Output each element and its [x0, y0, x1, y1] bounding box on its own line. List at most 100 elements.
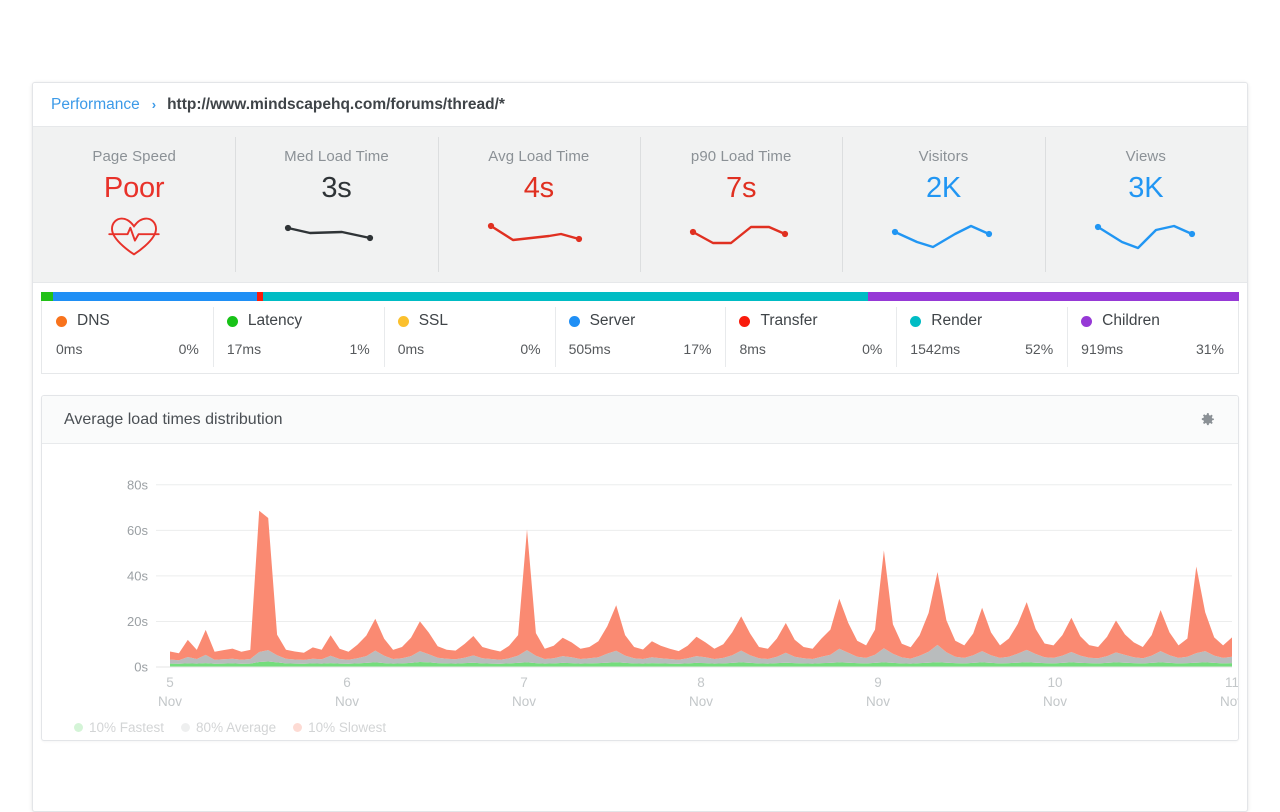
legend-percent: 0%: [862, 341, 883, 357]
chart-plot-area: 0s 20s 40s 60s 80s 5 Nov 6 Nov 7 Nov 8 Nov 9 Nov 10 Nov 1…: [42, 444, 1239, 740]
stack-segment-latency[interactable]: [41, 292, 53, 301]
legend-head: Latency: [226, 312, 370, 330]
metric-value: Poor: [103, 172, 165, 204]
x-axis-month-label: Nov: [512, 694, 536, 709]
x-axis-month-label: Nov: [335, 694, 359, 709]
gear-icon[interactable]: [1194, 407, 1220, 433]
metric-label: Page Speed: [92, 148, 176, 165]
legend-color-dot: [397, 315, 409, 327]
legend-percent: 31%: [1195, 341, 1225, 357]
metric-label: Med Load Time: [284, 148, 389, 165]
y-axis-tick-label: 40s: [127, 568, 148, 583]
metric-label: p90 Load Time: [690, 148, 792, 165]
chart-legend-item[interactable]: 80% Average: [181, 720, 276, 735]
legend-time: 0ms: [397, 341, 425, 357]
metric-card-med-load-time[interactable]: Med Load Time 3s: [235, 127, 437, 282]
metrics-strip: Page Speed Poor Med Load Time 3s Avg Load Ti…: [33, 127, 1247, 283]
timing-stacked-bar: [41, 292, 1239, 301]
metric-label: Views: [1125, 148, 1166, 165]
breadcrumb: Performance › http://www.mindscapehq.com…: [33, 83, 1247, 127]
legend-name: SSL: [418, 312, 449, 329]
stack-segment-render[interactable]: [262, 292, 868, 301]
metric-sparkline: [487, 222, 582, 243]
chart-legend-label: 80% Average: [196, 720, 277, 735]
legend-time: 0ms: [56, 341, 83, 357]
x-axis-month-label: Nov: [1043, 694, 1067, 709]
breadcrumb-root-link[interactable]: Performance: [51, 96, 140, 114]
heartbeat-icon: [108, 217, 160, 256]
legend-percent: 0%: [178, 341, 199, 357]
load-times-area-chart: 0s 20s 40s 60s 80s 5 Nov 6 Nov 7 Nov 8 Nov 9 Nov 10 Nov 1…: [127, 477, 1239, 709]
timing-legend-cell-dns[interactable]: DNS 0ms 0%: [42, 301, 213, 373]
chart-title: Average load times distribution: [64, 410, 283, 428]
timing-legend-cell-render[interactable]: Render 1542ms 52%: [896, 301, 1067, 373]
legend-name: DNS: [77, 312, 110, 329]
metric-card-p90-load-time[interactable]: p90 Load Time 7s: [639, 127, 842, 282]
metric-sparkline: [285, 224, 374, 242]
legend-head: Server: [568, 312, 712, 330]
x-axis-day-label: 5: [166, 675, 174, 690]
timing-legend-cell-server[interactable]: Server 505ms 17%: [554, 301, 726, 373]
legend-name: Latency: [247, 312, 303, 329]
chart-legend-dot: [181, 723, 191, 732]
metric-value: 4s: [523, 172, 554, 204]
stack-segment-server[interactable]: [52, 292, 257, 301]
metric-value: 3K: [1128, 172, 1164, 204]
legend-time: 8ms: [739, 341, 766, 357]
timing-legend-cell-children[interactable]: Children 919ms 31%: [1067, 301, 1238, 373]
x-axis-month-label: Nov: [158, 694, 182, 709]
area-series-10-slowest: [170, 510, 1232, 661]
x-axis-day-label: 6: [343, 675, 351, 690]
legend-head: Render: [910, 312, 1053, 330]
chart-legend-item[interactable]: 10% Slowest: [293, 720, 386, 735]
legend-values: 505ms 17%: [569, 341, 712, 357]
x-axis-day-label: 8: [697, 675, 705, 690]
metric-card-views[interactable]: Views 3K: [1044, 127, 1247, 282]
metric-value: 7s: [726, 172, 757, 204]
chart-legend-dot: [74, 723, 83, 732]
timing-legend-cell-ssl[interactable]: SSL 0ms 0%: [383, 301, 555, 373]
timing-legend-cell-transfer[interactable]: Transfer 8ms 0%: [725, 301, 896, 373]
legend-color-dot: [1081, 315, 1093, 327]
metric-sparkline: [690, 225, 789, 245]
dashboard-page: Performance › http://www.mindscapehq.com…: [32, 82, 1248, 812]
legend-head: SSL: [397, 312, 541, 330]
legend-values: 17ms 1%: [227, 341, 370, 357]
legend-color-dot: [56, 315, 67, 327]
legend-values: 0ms 0%: [398, 341, 541, 357]
load-times-chart-card: Average load times distribution 0s 20s 40s…: [41, 395, 1239, 741]
metric-sparkline: [892, 224, 993, 249]
metric-value: 3s: [321, 172, 352, 204]
metric-card-page-speed[interactable]: Page Speed Poor: [33, 127, 235, 282]
legend-color-dot: [910, 315, 922, 327]
stack-segment-children[interactable]: [867, 292, 1239, 301]
legend-percent: 1%: [349, 341, 370, 357]
legend-time: 919ms: [1081, 341, 1124, 357]
y-axis-tick-label: 60s: [127, 523, 148, 538]
chart-legend-item[interactable]: 10% Fastest: [74, 720, 164, 735]
legend-time: 505ms: [568, 341, 611, 357]
y-axis-tick-label: 80s: [127, 477, 148, 492]
legend-name: Transfer: [760, 312, 818, 329]
x-axis-day-label: 11: [1225, 675, 1239, 690]
legend-name: Server: [589, 312, 636, 329]
timing-legend-cell-latency[interactable]: Latency 17ms 1%: [212, 301, 384, 373]
legend-values: 1542ms 52%: [910, 341, 1053, 357]
legend-percent: 52%: [1025, 341, 1054, 357]
metric-sparkline: [1094, 223, 1195, 250]
legend-values: 0ms 0%: [56, 341, 199, 357]
chart-legend-label: 10% Slowest: [308, 720, 387, 735]
legend-name: Render: [931, 312, 983, 329]
timing-breakdown: DNS 0ms 0% Latency 17ms 1% SSL 0ms 0% Server 505ms…: [41, 283, 1239, 374]
legend-head: Transfer: [739, 312, 882, 330]
y-axis-tick-label: 0s: [134, 660, 148, 675]
x-axis-month-label: Nov: [866, 694, 890, 709]
metric-card-avg-load-time[interactable]: Avg Load Time 4s: [437, 127, 640, 282]
metric-card-visitors[interactable]: Visitors 2K: [842, 127, 1044, 282]
metric-label: Avg Load Time: [488, 148, 590, 165]
legend-color-dot: [226, 315, 238, 327]
timing-legend-row: DNS 0ms 0% Latency 17ms 1% SSL 0ms 0% Server 505ms…: [41, 301, 1239, 374]
legend-percent: 0%: [520, 341, 541, 357]
legend-time: 17ms: [226, 341, 262, 357]
legend-color-dot: [739, 315, 751, 327]
